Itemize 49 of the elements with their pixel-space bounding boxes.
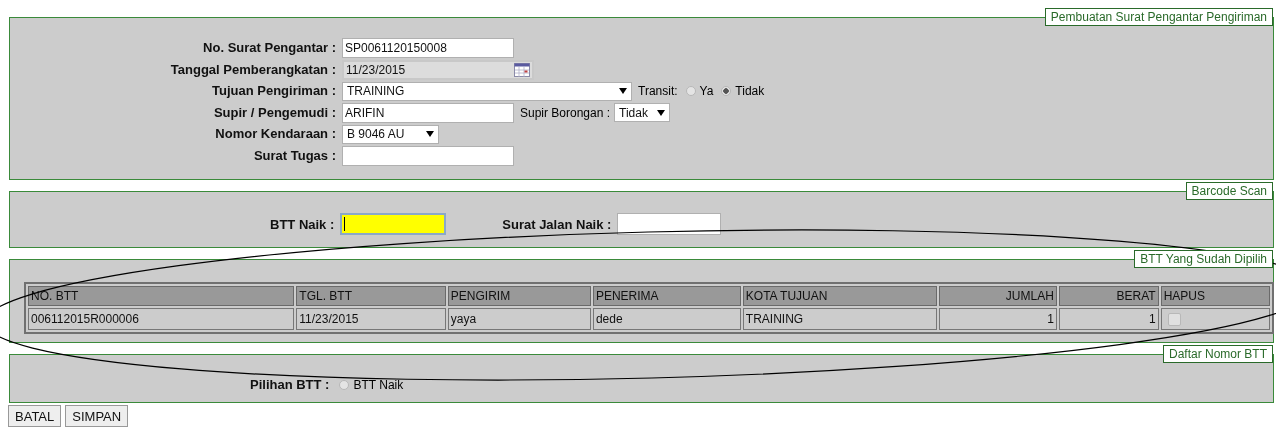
- field-label: Surat Jalan Naik :: [502, 216, 612, 232]
- field-label: Tujuan Pengiriman :: [211, 82, 336, 100]
- table-cell: TRAINING: [742, 308, 937, 330]
- radio-option[interactable]: Ya: [685, 84, 714, 99]
- panel-title: BTT Yang Sudah Dipilih: [1134, 250, 1273, 268]
- text-field[interactable]: ARIFIN: [342, 102, 514, 123]
- field-label: Supir / Pengemudi :: [212, 103, 336, 122]
- table-cell: 1: [1058, 308, 1159, 330]
- form-button[interactable]: SIMPAN: [65, 405, 129, 427]
- column-header: BERAT: [1058, 286, 1159, 306]
- radio-option[interactable]: BTT Naik: [339, 377, 404, 392]
- table-cell: 11/23/2015: [296, 308, 446, 330]
- scan-field[interactable]: [617, 213, 722, 235]
- scan-field[interactable]: [340, 213, 447, 235]
- panel-title: Daftar Nomor BTT: [1163, 345, 1273, 363]
- calendar-icon[interactable]: [514, 62, 530, 77]
- dropdown[interactable]: TRAINING: [342, 81, 632, 101]
- field-label: Surat Tugas :: [252, 146, 336, 165]
- field-label: Pilihan BTT :: [250, 377, 330, 392]
- panel-title: Pembuatan Surat Pengantar Pengiriman: [1044, 8, 1273, 26]
- column-header: TGL. BTT: [296, 286, 446, 306]
- field-label: Nomor Kendaraan :: [214, 125, 336, 143]
- field-label: Supir Borongan :: [520, 105, 611, 120]
- field-label: Transit:: [638, 84, 678, 99]
- column-header: PENGIRIM: [447, 286, 591, 306]
- column-header: HAPUS: [1160, 286, 1270, 306]
- caret-icon: [619, 88, 627, 95]
- text-field[interactable]: [342, 145, 514, 166]
- table-cell: 006112015R000006: [28, 308, 295, 330]
- dropdown[interactable]: Tidak: [614, 103, 671, 123]
- column-header: NO. BTT: [28, 286, 295, 306]
- table-cell: yaya: [447, 308, 591, 330]
- panel-title: Barcode Scan: [1185, 182, 1273, 200]
- field-label: BTT Naik :: [270, 216, 335, 232]
- column-header: PENERIMA: [592, 286, 741, 306]
- caret-icon: [657, 109, 666, 116]
- table-cell: dede: [592, 308, 741, 330]
- table-cell: 1: [938, 308, 1057, 330]
- dropdown[interactable]: B 9046 AU: [342, 124, 439, 144]
- field-label: No. Surat Pengantar :: [202, 39, 336, 57]
- field-label: Tanggal Pemberangkatan :: [169, 60, 336, 79]
- form-button[interactable]: BATAL: [8, 405, 62, 427]
- column-header: JUMLAH: [938, 286, 1057, 306]
- caret-icon: [426, 131, 434, 138]
- delete-checkbox[interactable]: [1167, 313, 1181, 327]
- text-field[interactable]: SP0061120150008: [342, 38, 514, 59]
- date-field[interactable]: 11/23/2015: [342, 59, 534, 80]
- column-header: KOTA TUJUAN: [742, 286, 937, 306]
- radio-option[interactable]: Tidak: [721, 84, 765, 99]
